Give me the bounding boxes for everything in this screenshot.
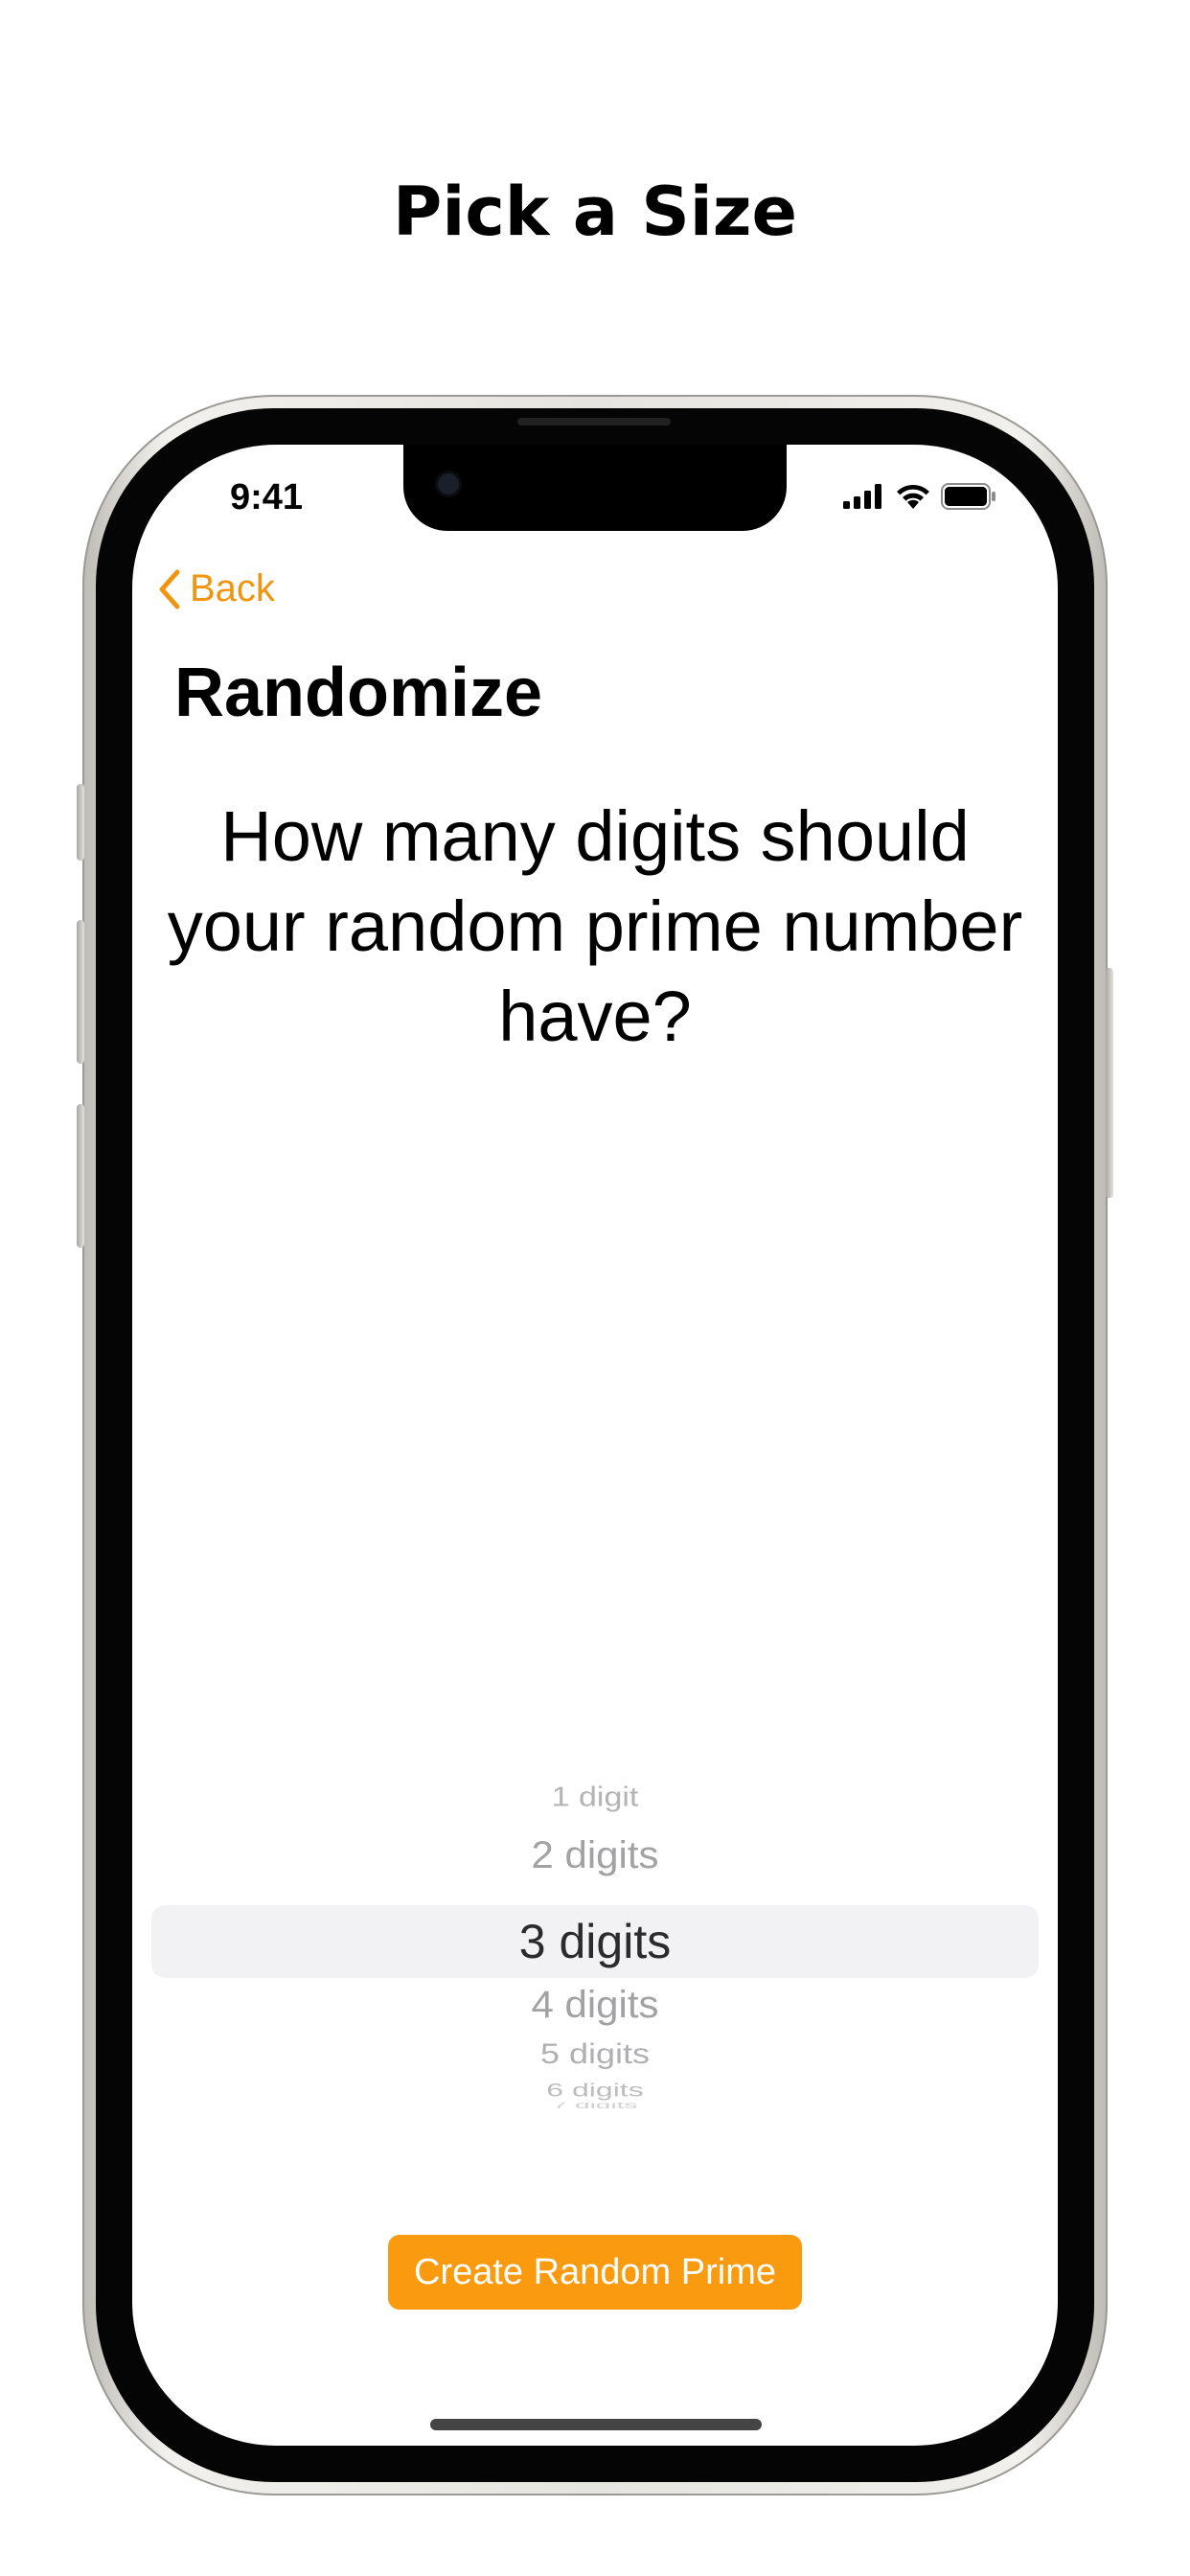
phone-screen: 9:41 Back Randomize How many digits shou… [132,445,1058,2446]
picker-option[interactable]: 7 digits [151,2103,1039,2108]
battery-icon [941,483,995,510]
phone-volume-down-button [77,1104,84,1248]
back-label: Back [190,567,275,610]
notch [403,445,787,531]
picker-option[interactable]: 6 digits [151,2081,1039,2099]
phone-power-button [1106,968,1113,1198]
picker-option-selected[interactable]: 3 digits [151,1905,1039,1978]
create-random-prime-button[interactable]: Create Random Prime [388,2235,802,2310]
picker-option[interactable]: 4 digits [151,1978,1039,2032]
digits-picker[interactable]: 1 digit 2 digits 3 digits 4 digits 5 dig… [151,1773,1039,2118]
cellular-signal-icon [843,484,881,509]
picker-option[interactable]: 5 digits [151,2036,1039,2072]
back-button[interactable]: Back [157,567,275,610]
question-text: How many digits should your random prime… [151,792,1039,1062]
phone-volume-up-button [77,920,84,1064]
chevron-left-icon [159,569,180,609]
phone-silent-switch [77,784,84,861]
picker-option[interactable]: 2 digits [151,1828,1039,1882]
picker-option[interactable]: 1 digit [151,1777,1039,1818]
screenshot-headline: Pick a Size [393,172,797,251]
question-line: have? [498,977,692,1056]
wifi-icon [897,484,929,509]
earpiece-speaker [517,418,671,426]
home-indicator[interactable] [430,2419,762,2430]
status-time: 9:41 [230,477,304,518]
question-line: your random prime number [167,886,1023,966]
front-camera [438,473,459,494]
status-icons [843,483,996,510]
question-line: How many digits should [220,796,970,876]
page-title: Randomize [174,655,543,731]
